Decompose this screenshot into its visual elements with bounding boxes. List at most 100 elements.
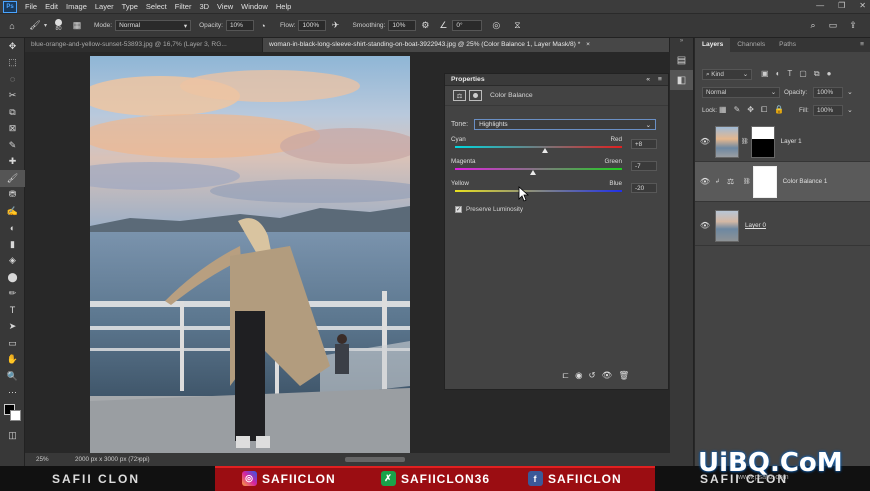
mode-select[interactable]: Normal ▾ [115,20,192,31]
lock-transparency-icon[interactable]: ▦ [719,105,727,115]
tab-sunset-document[interactable]: blue-orange-and-yellow-sunset-53893.jpg … [25,38,263,52]
layer-row-color-balance-1[interactable]: 👁 ↲ ⚖ ⛓ Color Balance 1 [695,162,870,202]
tone-select[interactable]: Highlights ⌄ [474,119,657,130]
chevron-down-icon[interactable]: ⌄ [847,106,853,114]
pen-tool-icon[interactable]: ✏ [0,286,25,303]
menu-window[interactable]: Window [237,2,272,11]
visibility-eye-icon[interactable]: 👁 [695,137,715,146]
gradient-tool-icon[interactable]: ▮ [0,236,25,253]
slider-value-field[interactable]: -20 [631,183,657,193]
layer-opacity-field[interactable]: 100% [813,87,843,98]
panel-menu-icon[interactable]: ≡ [658,76,662,83]
layer-mask-thumbnail[interactable] [750,125,775,158]
marquee-tool-icon[interactable]: ⬚ [0,55,25,72]
visibility-eye-icon[interactable]: 👁 [695,177,715,186]
search-icon[interactable]: ⌕ [807,20,819,32]
lasso-tool-icon[interactable]: ◌ [0,71,25,88]
slider-track[interactable] [455,146,622,148]
lock-pixels-icon[interactable]: ✎ [734,105,741,115]
tool-preset-dropdown-icon[interactable]: ▾ [44,22,47,29]
tab-channels[interactable]: Channels [730,38,772,52]
smart-object-filter-icon[interactable]: ⧉ [814,69,820,79]
maximize-button[interactable]: ❐ [838,1,845,10]
brush-tool-icon[interactable]: 🖌 [29,20,41,32]
menu-file[interactable]: File [21,2,41,11]
quick-select-tool-icon[interactable]: ✂ [0,88,25,105]
opacity-field[interactable]: 10% [225,20,254,31]
gear-icon[interactable]: ⚙ [419,20,431,32]
yellow-blue-slider[interactable]: Yellow Blue -20 [451,180,657,197]
dodge-tool-icon[interactable]: ⬤ [0,269,25,286]
history-brush-tool-icon[interactable]: ✍ [0,203,25,220]
checkbox-checked-icon[interactable]: ✓ [455,206,462,213]
facebook-handle[interactable]: f SAFIICLON [528,471,622,486]
pressure-opacity-icon[interactable]: ◔ [257,20,269,32]
horizontal-scrollbar[interactable] [345,457,405,462]
tab-paths[interactable]: Paths [772,38,803,52]
healing-tool-icon[interactable]: ✚ [0,154,25,171]
home-icon[interactable]: ⌂ [6,20,18,32]
minimize-button[interactable]: — [816,1,824,10]
frame-tool-icon[interactable]: ⊠ [0,121,25,138]
shape-filter-icon[interactable]: ▢ [799,69,807,79]
clip-to-layer-icon[interactable]: ⊏ [562,370,569,381]
slider-track[interactable] [455,168,622,170]
zoom-level[interactable]: 25% [36,456,49,463]
tab-woman-document[interactable]: woman-in-black-long-sleeve-shirt-standin… [263,38,670,52]
expand-panels-icon[interactable]: » [670,38,693,50]
quick-mask-icon[interactable]: ◫ [0,427,25,444]
slider-value-field[interactable]: +8 [631,139,657,149]
brush-settings-icon[interactable]: ▦ [71,20,83,32]
preserve-luminosity-checkbox[interactable]: ✓ Preserve Luminosity [455,206,523,213]
document-canvas-image[interactable] [90,56,410,454]
adjustment-filter-icon[interactable]: ◐ [776,69,781,79]
link-icon[interactable]: ⛓ [741,138,749,145]
slider-thumb[interactable] [529,170,536,175]
other-handle[interactable]: ✗ SAFIICLON36 [381,471,490,486]
collapse-icon[interactable]: « [646,76,650,83]
blur-tool-icon[interactable]: ◈ [0,253,25,270]
tab-layers[interactable]: Layers [695,38,731,52]
slider-thumb[interactable] [542,148,549,153]
magenta-green-slider[interactable]: Magenta Green -7 [451,158,657,175]
filter-kind-select[interactable]: ⌕ Kind ⌄ [702,69,752,80]
color-swatches[interactable] [0,401,25,427]
lock-all-icon[interactable]: 🔒 [774,105,784,115]
layer-name[interactable]: Layer 1 [781,138,802,145]
menu-help[interactable]: Help [272,2,295,11]
background-color-swatch[interactable] [10,410,21,421]
share-icon[interactable]: ⇪ [847,20,859,32]
view-previous-icon[interactable]: ◉ [575,370,582,381]
pixel-filter-icon[interactable]: ▣ [761,69,769,79]
delete-icon[interactable]: 🗑 [618,370,629,381]
blend-mode-select[interactable]: Normal ⌄ [702,87,780,98]
layer-name[interactable]: Color Balance 1 [783,178,828,185]
reset-icon[interactable]: ↺ [589,370,596,381]
menu-view[interactable]: View [213,2,237,11]
link-icon[interactable]: ⛓ [743,178,751,185]
menu-image[interactable]: Image [62,2,91,11]
brush-tool-icon[interactable]: 🖌 [0,170,25,187]
adjustments-panel-icon[interactable]: ◧ [670,70,693,90]
workspace-icon[interactable]: ▭ [827,20,839,32]
layer-name[interactable]: Layer 0 [745,222,766,229]
eyedropper-tool-icon[interactable]: ✎ [0,137,25,154]
cyan-red-slider[interactable]: Cyan Red +8 [451,136,657,153]
airbrush-icon[interactable]: ✈ [329,20,341,32]
lock-position-icon[interactable]: ✥ [747,105,754,115]
history-panel-icon[interactable]: ▤ [670,50,693,70]
symmetry-icon[interactable]: ⧖ [511,20,523,32]
type-filter-icon[interactable]: T [787,69,792,79]
more-tools-icon[interactable]: ⋯ [0,385,25,402]
menu-filter[interactable]: Filter [171,2,196,11]
close-tab-icon[interactable]: × [586,41,590,48]
menu-3d[interactable]: 3D [195,2,213,11]
crop-tool-icon[interactable]: ⧉ [0,104,25,121]
visibility-eye-icon[interactable]: 👁 [695,221,715,230]
smoothing-field[interactable]: 10% [388,20,417,31]
slider-track[interactable] [455,190,622,192]
angle-field[interactable]: 0° [452,20,483,31]
menu-select[interactable]: Select [142,2,171,11]
filter-toggle-icon[interactable]: ● [827,69,832,79]
menu-type[interactable]: Type [118,2,142,11]
